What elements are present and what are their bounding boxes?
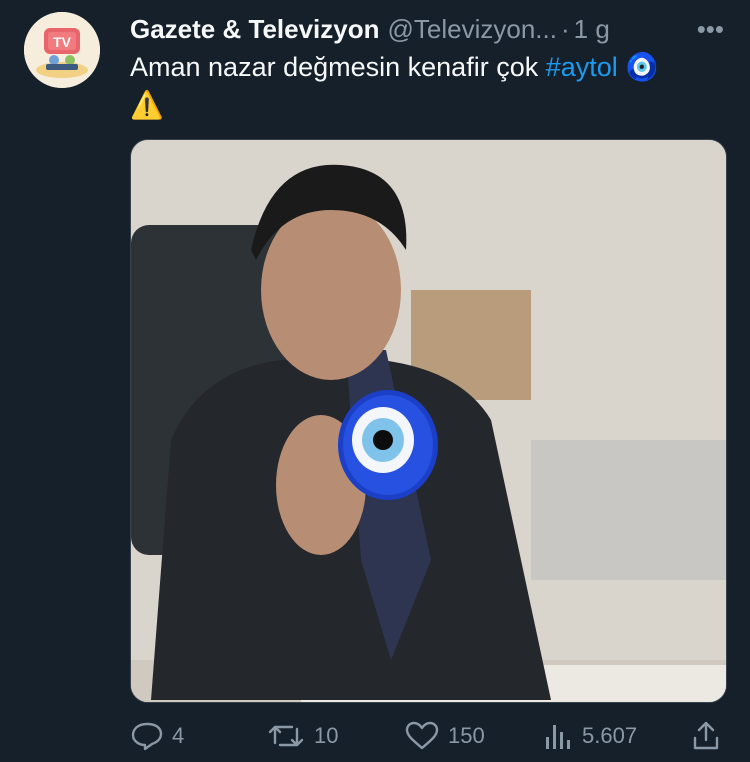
tweet-actions: 4 10 150 5.607: [130, 718, 730, 754]
nazar-emoji-icon: 🧿: [625, 52, 659, 82]
hashtag-link[interactable]: #aytol: [546, 52, 618, 82]
share-button[interactable]: [690, 718, 730, 754]
reply-count: 4: [172, 723, 185, 748]
like-count: 150: [448, 723, 485, 748]
warning-emoji-icon: ⚠️: [130, 90, 164, 120]
like-icon: [405, 721, 439, 750]
display-name[interactable]: Gazete & Televizyon: [130, 14, 380, 45]
views-count: 5.607: [582, 723, 638, 748]
tv-avatar-icon: TV: [24, 12, 100, 88]
tweet-media-image[interactable]: [130, 139, 727, 703]
tweet-body: Aman nazar değmesin kenafir çok: [130, 52, 546, 82]
separator-dot: ·: [560, 13, 570, 44]
views-button[interactable]: 5.607: [542, 718, 637, 754]
share-icon: [693, 721, 719, 750]
media-photo: [131, 140, 726, 702]
tweet-text: Aman nazar değmesin kenafir çok #aytol 🧿…: [130, 48, 730, 124]
reply-button[interactable]: 4: [130, 718, 184, 754]
like-button[interactable]: 150: [404, 718, 485, 754]
nazar-bead-icon: [338, 390, 438, 500]
user-handle[interactable]: @Televizyon...: [388, 14, 557, 45]
more-options-icon[interactable]: •••: [697, 14, 724, 45]
tweet-header: Gazete & Televizyon @Televizyon... · 1 g…: [130, 12, 730, 46]
svg-text:TV: TV: [53, 34, 72, 50]
timestamp[interactable]: 1 g: [574, 14, 610, 45]
retweet-count: 10: [314, 723, 339, 748]
views-icon: [546, 725, 570, 749]
retweet-button[interactable]: 10: [266, 718, 338, 754]
avatar[interactable]: TV: [24, 12, 100, 88]
retweet-icon: [268, 725, 304, 747]
reply-icon: [131, 722, 163, 751]
